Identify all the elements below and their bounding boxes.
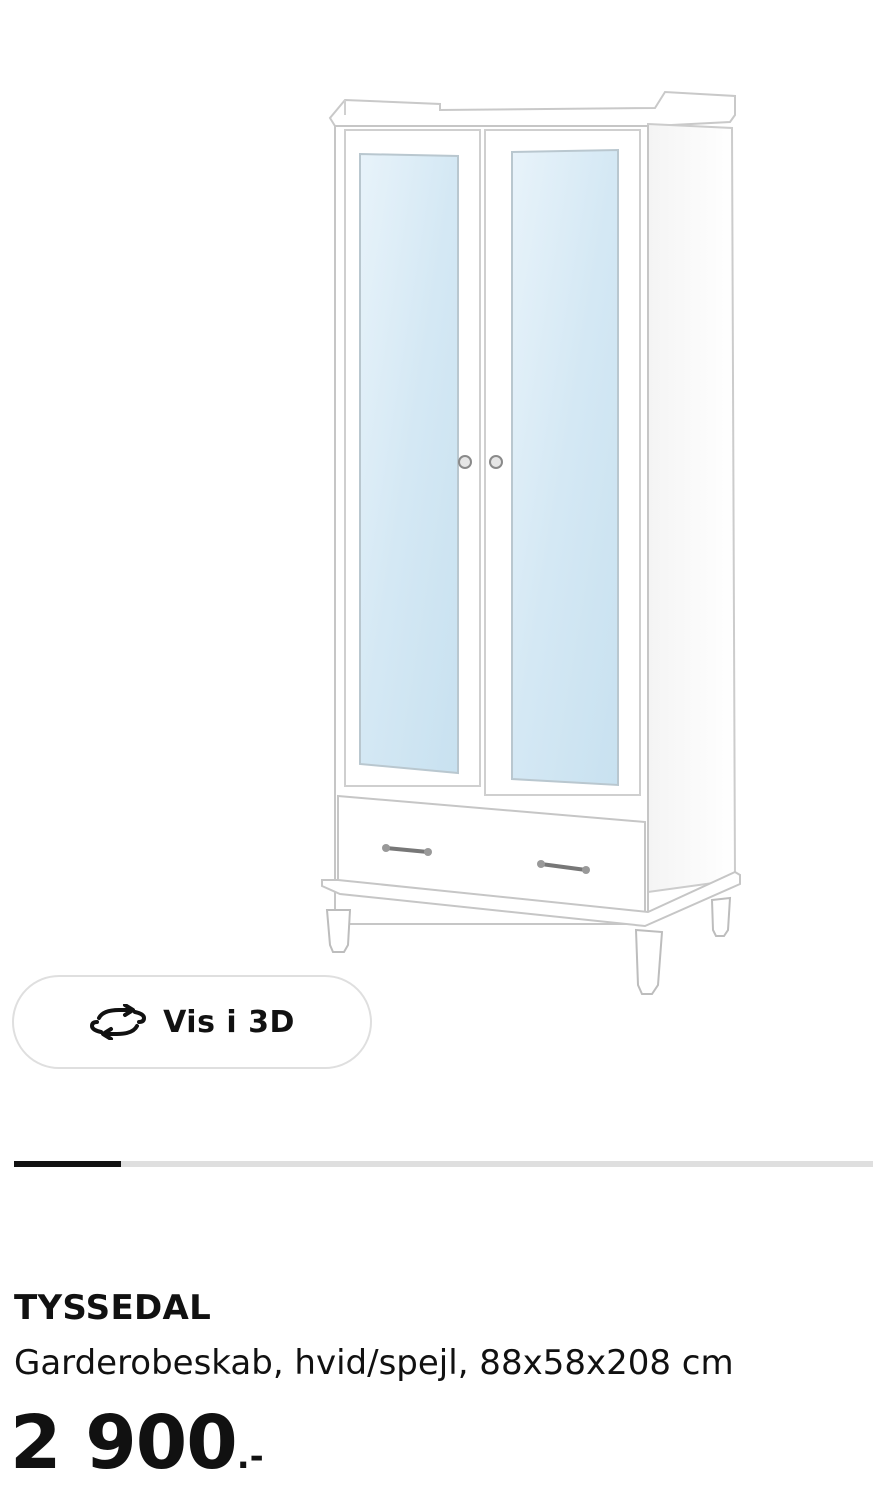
product-price: 2 900.- xyxy=(10,1400,264,1486)
rotate-3d-icon xyxy=(89,1003,147,1041)
product-description: Garderobeskab, hvid/spejl, 88x58x208 cm xyxy=(14,1343,734,1383)
carousel-progress-indicator[interactable] xyxy=(14,1161,122,1167)
view-3d-button[interactable]: Vis i 3D xyxy=(12,975,372,1069)
product-image[interactable] xyxy=(0,0,873,1000)
view-3d-label: Vis i 3D xyxy=(163,1004,295,1040)
price-value: 2 900 xyxy=(10,1400,238,1486)
image-carousel-scrollbar[interactable] xyxy=(14,1161,873,1167)
product-name: TYSSEDAL xyxy=(14,1288,212,1328)
wardrobe-image xyxy=(321,90,741,995)
price-suffix: .- xyxy=(236,1437,264,1477)
